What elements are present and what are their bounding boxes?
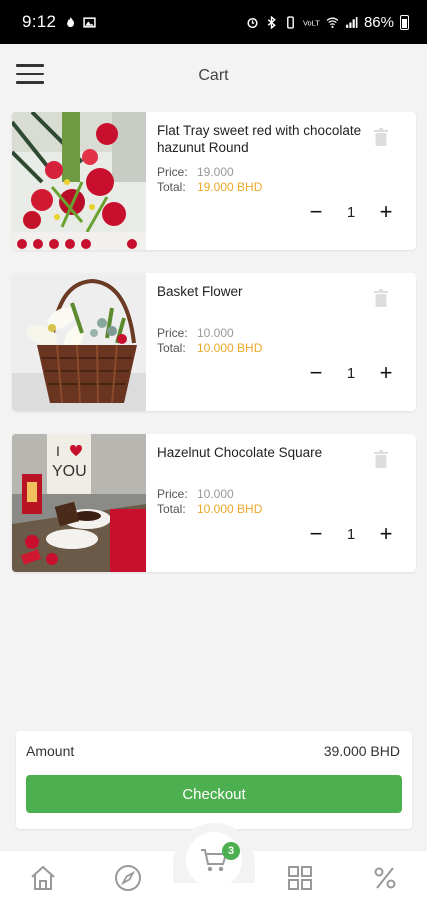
item-name[interactable]: Hazelnut Chocolate Square [157, 444, 367, 461]
status-system-icons: VoLTE 86% [246, 14, 409, 31]
wifi-icon [326, 17, 339, 28]
minus-icon[interactable]: − [304, 522, 328, 546]
cart-item: I YOU Hazelnut Chocolate Square Price: 1… [12, 434, 416, 572]
quantity-value: 1 [346, 525, 356, 543]
percent-icon[interactable] [370, 863, 400, 893]
svg-text:YOU: YOU [52, 463, 87, 480]
cart-item: Basket Flower Price: 10.000 Total: 10.00… [12, 273, 416, 411]
minus-icon[interactable]: − [304, 200, 328, 224]
plus-icon[interactable]: + [374, 361, 398, 385]
hamburger-icon [16, 64, 44, 67]
total-row: Total: 10.000 BHD [157, 341, 262, 355]
item-name[interactable]: Flat Tray sweet red with chocolate hazun… [157, 122, 367, 156]
battery-percent: 86% [363, 13, 394, 31]
quantity-value: 1 [346, 364, 356, 382]
cart-nav-button[interactable] [186, 832, 242, 888]
grid-icon[interactable] [285, 863, 315, 893]
quantity-stepper: − 1 + [304, 522, 398, 546]
image-icon [83, 16, 96, 28]
cart-list: Flat Tray sweet red with chocolate hazun… [12, 112, 416, 595]
total-value: 19.000 BHD [197, 180, 263, 194]
total-value: 10.000 BHD [197, 502, 263, 516]
svg-text:I: I [56, 443, 60, 459]
alarm-icon [247, 17, 258, 28]
item-name[interactable]: Basket Flower [157, 283, 367, 300]
volte-icon: VoLTE [303, 18, 320, 27]
total-label: Total: [157, 180, 186, 194]
cart-count-badge: 3 [222, 842, 240, 860]
price-row: Price: 10.000 [157, 326, 234, 340]
price-value: 19.000 [197, 165, 234, 179]
total-label: Total: [157, 341, 186, 355]
price-value: 10.000 [197, 326, 234, 340]
status-bar: 9:12 VoLTE 86% [0, 0, 427, 44]
checkout-button[interactable]: Checkout [26, 775, 402, 813]
amount-value: 39.000 BHD [323, 743, 400, 759]
total-row: Total: 10.000 BHD [157, 502, 262, 516]
signal-icon [346, 16, 358, 28]
product-image[interactable]: I YOU [12, 434, 146, 572]
price-row: Price: 10.000 [157, 487, 234, 501]
bluetooth-icon [267, 15, 276, 29]
vibrate-icon [287, 15, 294, 29]
page-title: Cart [198, 67, 229, 84]
compass-icon[interactable] [113, 863, 143, 893]
cart-item: Flat Tray sweet red with chocolate hazun… [12, 112, 416, 250]
amount-label: Amount [26, 743, 75, 759]
battery-icon [400, 14, 409, 30]
status-time: 9:12 [22, 12, 57, 31]
app-header: Cart [0, 44, 427, 104]
quantity-value: 1 [346, 203, 356, 221]
home-icon[interactable] [28, 863, 58, 893]
quantity-stepper: − 1 + [304, 200, 398, 224]
total-label: Total: [157, 502, 186, 516]
price-label: Price: [157, 165, 188, 179]
price-label: Price: [157, 326, 188, 340]
fire-icon [67, 16, 75, 27]
price-label: Price: [157, 487, 188, 501]
product-image[interactable] [12, 112, 146, 250]
plus-icon[interactable]: + [374, 522, 398, 546]
status-notification-icons [64, 16, 96, 29]
price-row: Price: 19.000 [157, 165, 234, 179]
trash-icon[interactable] [374, 289, 388, 307]
total-value: 10.000 BHD [197, 341, 263, 355]
plus-icon[interactable]: + [374, 200, 398, 224]
trash-icon[interactable] [374, 128, 388, 146]
menu-button[interactable] [16, 64, 44, 84]
trash-icon[interactable] [374, 450, 388, 468]
total-row: Total: 19.000 BHD [157, 180, 262, 194]
price-value: 10.000 [197, 487, 234, 501]
svg-text:VoLTE: VoLTE [303, 18, 320, 27]
minus-icon[interactable]: − [304, 361, 328, 385]
product-image[interactable] [12, 273, 146, 411]
quantity-stepper: − 1 + [304, 361, 398, 385]
order-summary: Amount 39.000 BHD Checkout [16, 731, 412, 829]
